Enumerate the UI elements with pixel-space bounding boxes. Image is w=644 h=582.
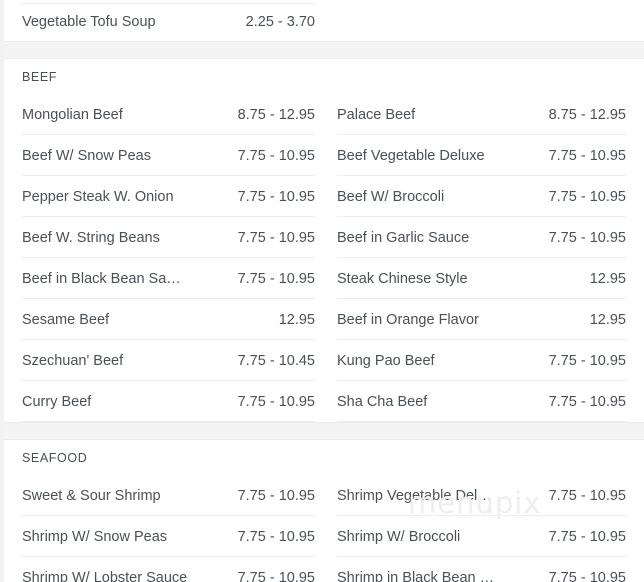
item-name: Shrimp in Black Bean Sauce xyxy=(337,569,499,582)
column-gutter xyxy=(315,94,326,422)
item-price: 2.25 - 3.70 xyxy=(245,14,315,30)
section-items-grid: Sweet & Sour Shrimp 7.75 - 10.95 Shrimp W/… xyxy=(0,475,644,582)
menu-item-row[interactable]: Beef in Garlic Sauce 7.75 - 10.95 xyxy=(326,217,644,258)
menu-item-row[interactable]: Beef Vegetable Deluxe 7.75 - 10.95 xyxy=(326,135,644,176)
menu-item-row[interactable]: Palace Beef 8.75 - 12.95 xyxy=(326,94,644,135)
item-name: Mongolian Beef xyxy=(22,106,123,123)
item-price: 7.75 - 10.95 xyxy=(237,569,315,582)
item-price: 7.75 - 10.45 xyxy=(237,352,315,369)
items-column-left: Mongolian Beef 8.75 - 12.95 Beef W/ Snow P… xyxy=(0,94,315,422)
item-name: Shrimp W/ Lobster Sauce xyxy=(22,569,188,582)
section-header-beef: BEEF xyxy=(0,59,644,94)
item-price: 7.75 - 10.95 xyxy=(237,528,315,545)
item-name: Szechuan' Beef xyxy=(22,352,124,369)
items-column-left: Sweet & Sour Shrimp 7.75 - 10.95 Shrimp W/… xyxy=(0,475,315,582)
menu-item-row[interactable]: Shrimp W/ Broccoli 7.75 - 10.95 xyxy=(326,516,644,557)
menu-item-row[interactable]: Beef W. String Beans 7.75 - 10.95 xyxy=(0,217,315,258)
item-price: 7.75 - 10.95 xyxy=(548,393,626,410)
item-name: Steak Chinese Style xyxy=(337,270,468,287)
item-name: Shrimp W/ Broccoli xyxy=(337,528,461,545)
items-column-right: Palace Beef 8.75 - 12.95 Beef Vegetable De… xyxy=(326,94,644,422)
item-name: Sweet & Sour Shrimp xyxy=(22,487,161,504)
section-header-seafood: SEAFOOD xyxy=(0,440,644,475)
menu-item-row[interactable]: Beef W/ Snow Peas 7.75 - 10.95 xyxy=(0,135,315,176)
menu-item-row[interactable]: Mongolian Beef 8.75 - 12.95 xyxy=(0,94,315,135)
item-price: 12.95 xyxy=(589,270,626,287)
menu-item-row[interactable]: Shrimp W/ Lobster Sauce 7.75 - 10.95 xyxy=(0,557,315,582)
item-price: 7.75 - 10.95 xyxy=(237,393,315,410)
item-price: 7.75 - 10.95 xyxy=(548,528,626,545)
sections-container: BEEF Mongolian Beef 8.75 - 12.95 Beef W/ Sn… xyxy=(0,41,644,582)
item-price: 7.75 - 10.95 xyxy=(548,188,626,205)
menu-item-row[interactable]: Kung Pao Beef 7.75 - 10.95 xyxy=(326,340,644,381)
item-name: Curry Beef xyxy=(22,393,92,410)
item-name: Beef W/ Broccoli xyxy=(337,188,445,205)
menu-item-row[interactable]: Curry Beef 7.75 - 10.95 xyxy=(0,381,315,422)
item-name: Beef W. String Beans xyxy=(22,229,160,246)
item-price: 7.75 - 10.95 xyxy=(237,147,315,164)
item-name: Vegetable Tofu Soup xyxy=(22,14,156,30)
item-name: Pepper Steak W. Onion xyxy=(22,188,174,205)
menu-item-row[interactable]: Shrimp W/ Snow Peas 7.75 - 10.95 xyxy=(0,516,315,557)
item-name: Kung Pao Beef xyxy=(337,352,435,369)
item-price: 7.75 - 10.95 xyxy=(237,487,315,504)
item-name: Sha Cha Beef xyxy=(337,393,428,410)
menu-item-row[interactable]: Beef in Black Bean Sauce 7.75 - 10.95 xyxy=(0,258,315,299)
item-price: 12.95 xyxy=(589,311,626,328)
item-name: Shrimp Vegetable Deluxe xyxy=(337,487,499,504)
items-column-right: Shrimp Vegetable Deluxe 7.75 - 10.95 Shrim… xyxy=(326,475,644,582)
item-price: 7.75 - 10.95 xyxy=(237,229,315,246)
partial-top-item-row[interactable]: Vegetable Tofu Soup 2.25 - 3.70 xyxy=(0,0,644,41)
item-price: 7.75 - 10.95 xyxy=(548,569,626,582)
item-name: Shrimp W/ Snow Peas xyxy=(22,528,168,545)
item-price: 7.75 - 10.95 xyxy=(548,487,626,504)
menu-content: Vegetable Tofu Soup 2.25 - 3.70 BEEF Mong… xyxy=(0,0,644,582)
menu-item-row[interactable]: Steak Chinese Style 12.95 xyxy=(326,258,644,299)
item-name: Sesame Beef xyxy=(22,311,110,328)
section-spacer xyxy=(0,41,644,59)
item-name: Beef W/ Snow Peas xyxy=(22,147,151,164)
menu-item-row[interactable]: Beef in Orange Flavor 12.95 xyxy=(326,299,644,340)
item-price: 8.75 - 12.95 xyxy=(237,106,315,123)
item-name: Beef Vegetable Deluxe xyxy=(337,147,485,164)
left-edge-gutter xyxy=(0,0,4,582)
section-title: BEEF xyxy=(22,69,58,84)
item-price: 8.75 - 12.95 xyxy=(548,106,626,123)
item-name: Beef in Garlic Sauce xyxy=(337,229,470,246)
menu-item-row[interactable]: Shrimp Vegetable Deluxe 7.75 - 10.95 xyxy=(326,475,644,516)
menu-item-row[interactable]: Sha Cha Beef 7.75 - 10.95 xyxy=(326,381,644,422)
menu-item-row[interactable]: Pepper Steak W. Onion 7.75 - 10.95 xyxy=(0,176,315,217)
item-price: 7.75 - 10.95 xyxy=(237,188,315,205)
item-price: 7.75 - 10.95 xyxy=(237,270,315,287)
menu-item-row[interactable]: Beef W/ Broccoli 7.75 - 10.95 xyxy=(326,176,644,217)
item-price: 7.75 - 10.95 xyxy=(548,147,626,164)
item-price: 12.95 xyxy=(278,311,315,328)
menu-item-row[interactable]: Shrimp in Black Bean Sauce 7.75 - 10.95 xyxy=(326,557,644,582)
menu-item-row[interactable]: Sweet & Sour Shrimp 7.75 - 10.95 xyxy=(0,475,315,516)
item-price: 7.75 - 10.95 xyxy=(548,229,626,246)
column-gutter xyxy=(315,475,326,582)
menu-page: Vegetable Tofu Soup 2.25 - 3.70 BEEF Mong… xyxy=(0,0,644,582)
item-name: Beef in Black Bean Sauce xyxy=(22,270,188,287)
section-items-grid: Mongolian Beef 8.75 - 12.95 Beef W/ Snow P… xyxy=(0,94,644,422)
menu-item-row[interactable]: Sesame Beef 12.95 xyxy=(0,299,315,340)
menu-item-row[interactable]: Szechuan' Beef 7.75 - 10.45 xyxy=(0,340,315,381)
item-price: 7.75 - 10.95 xyxy=(548,352,626,369)
item-name: Beef in Orange Flavor xyxy=(337,311,479,328)
section-title: SEAFOOD xyxy=(22,450,88,465)
item-name: Palace Beef xyxy=(337,106,416,123)
section-spacer xyxy=(0,422,644,440)
